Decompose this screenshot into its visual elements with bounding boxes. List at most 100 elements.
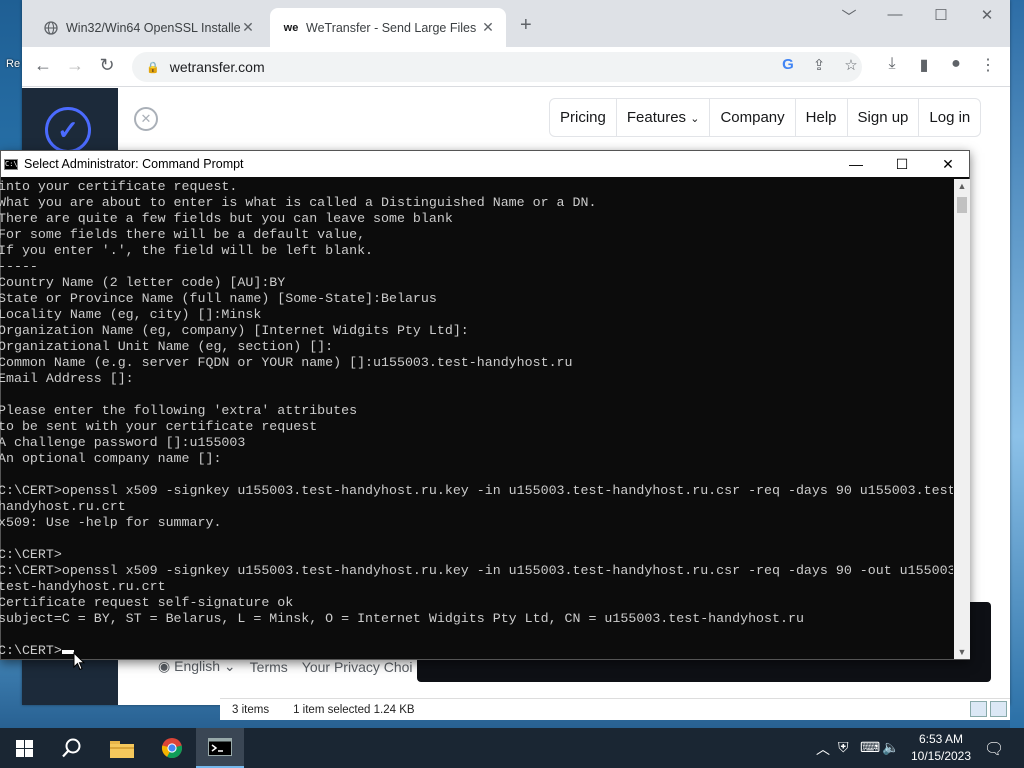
- close-button[interactable]: ✕: [925, 151, 971, 177]
- console-line: test-handyhost.ru.crt: [0, 579, 166, 594]
- console-line: Country Name (2 letter code) [AU]:BY: [0, 275, 286, 290]
- nav-sign-up[interactable]: Sign up: [848, 99, 920, 136]
- command-prompt-window: C:\ Select Administrator: Command Prompt…: [0, 150, 970, 660]
- security-icon[interactable]: ⛨: [838, 739, 849, 756]
- desktop-background: [1010, 0, 1024, 728]
- console-line: -----: [0, 259, 38, 274]
- network-icon[interactable]: ⌨: [860, 739, 880, 756]
- chevron-down-icon: ⌄: [690, 113, 700, 125]
- tab-title: Win32/Win64 OpenSSL Installer fo: [66, 20, 240, 35]
- minimize-button[interactable]: —: [833, 151, 879, 177]
- console-prompt: C:\CERT>: [0, 643, 62, 658]
- cmd-title-bar[interactable]: C:\ Select Administrator: Command Prompt…: [1, 151, 969, 177]
- address-bar[interactable]: 🔒 wetransfer.com: [132, 52, 862, 82]
- maximize-button[interactable]: ☐: [879, 151, 925, 177]
- command-prompt-taskbar-icon[interactable]: [196, 728, 244, 768]
- console-line: Common Name (e.g. server FQDN or YOUR na…: [0, 355, 573, 370]
- terms-link[interactable]: Terms: [250, 659, 288, 675]
- browser-toolbar: ← → ↻ 🔒 wetransfer.com G ⇪ ☆ ⤓ ▮ ● ⋮: [22, 47, 1010, 87]
- scroll-up-arrow-icon[interactable]: ▲: [954, 181, 970, 191]
- nav-log-in[interactable]: Log in: [919, 99, 980, 136]
- nav-features[interactable]: Features ⌄: [617, 99, 711, 136]
- privacy-link[interactable]: Your Privacy Choi: [302, 659, 413, 675]
- console-line: Certificate request self-signature ok: [0, 595, 294, 610]
- console-line: into your certificate request.: [0, 179, 238, 194]
- console-line: to be sent with your certificate request: [0, 419, 318, 434]
- windows-start-icon[interactable]: [0, 728, 48, 768]
- close-window-button[interactable]: ✕: [964, 6, 1010, 24]
- console-line: A challenge password []:u155003: [0, 435, 246, 450]
- console-line: There are quite a few fields but you can…: [0, 211, 453, 226]
- cmd-app-icon: C:\: [4, 158, 18, 170]
- close-tab-icon[interactable]: ✕: [240, 19, 256, 36]
- console-line: Please enter the following 'extra' attri…: [0, 403, 358, 418]
- system-clock[interactable]: 6:53 AM 10/15/2023: [908, 731, 974, 765]
- share-icon[interactable]: ⇪: [808, 56, 830, 74]
- desktop-icon-label[interactable]: Re: [6, 58, 20, 70]
- nav-company[interactable]: Company: [710, 99, 796, 136]
- tab-title: WeTransfer - Send Large Files & S: [306, 20, 480, 35]
- nav-pricing[interactable]: Pricing: [550, 99, 617, 136]
- notifications-icon[interactable]: 🗨: [984, 739, 1004, 759]
- address-url: wetransfer.com: [169, 59, 265, 75]
- explorer-status-bar: 3 items 1 item selected 1.24 KB: [220, 698, 1010, 720]
- search-icon[interactable]: [48, 728, 96, 768]
- wetransfer-footer: ◉ English ⌄ Terms Your Privacy Choi: [158, 658, 413, 675]
- close-tab-icon[interactable]: ✕: [480, 19, 496, 36]
- google-lens-icon[interactable]: G: [777, 56, 799, 73]
- clock-date: 10/15/2023: [910, 749, 972, 763]
- tab-wetransfer[interactable]: we WeTransfer - Send Large Files & S ✕: [270, 8, 506, 47]
- large-icons-view-icon[interactable]: [990, 701, 1007, 717]
- new-tab-button[interactable]: +: [520, 14, 532, 37]
- item-count: 3 items: [232, 703, 270, 716]
- language-selector[interactable]: ◉ English ⌄: [158, 658, 236, 675]
- console-output[interactable]: into your certificate request. What you a…: [0, 179, 953, 659]
- wetransfer-nav: Pricing Features ⌄ Company Help Sign up …: [549, 98, 982, 137]
- tab-openssl[interactable]: Win32/Win64 OpenSSL Installer fo ✕: [30, 8, 266, 47]
- selection-info: 1 item selected 1.24 KB: [293, 703, 415, 716]
- scroll-thumb[interactable]: [957, 197, 967, 213]
- globe-icon: ◉: [158, 658, 171, 674]
- chevron-up-icon[interactable]: ︿: [816, 739, 830, 759]
- console-line: Organization Name (eg, company) [Interne…: [0, 323, 469, 338]
- close-circle-icon[interactable]: ✕: [134, 107, 158, 131]
- console-line: C:\CERT>openssl x509 -signkey u155003.te…: [0, 563, 953, 578]
- scroll-down-arrow-icon[interactable]: ▼: [954, 647, 970, 657]
- console-line: If you enter '.', the field will be left…: [0, 243, 374, 258]
- minimize-button[interactable]: —: [872, 6, 918, 23]
- volume-icon[interactable]: 🔈: [882, 739, 899, 756]
- cmd-window-title: Select Administrator: Command Prompt: [24, 157, 244, 171]
- nav-help[interactable]: Help: [796, 99, 848, 136]
- checkmark-icon: ✓: [45, 107, 91, 153]
- profile-avatar-icon[interactable]: ●: [943, 55, 969, 73]
- chevron-down-icon[interactable]: ﹀: [826, 6, 872, 27]
- side-panel-icon[interactable]: ▮: [911, 55, 937, 75]
- download-icon[interactable]: ⤓: [879, 55, 905, 73]
- console-line: C:\CERT>: [0, 547, 62, 562]
- console-line: An optional company name []:: [0, 451, 222, 466]
- mouse-pointer-icon: [73, 652, 85, 671]
- maximize-button[interactable]: ☐: [918, 6, 964, 24]
- console-line: Organizational Unit Name (eg, section) […: [0, 339, 334, 354]
- menu-kebab-icon[interactable]: ⋮: [975, 55, 1001, 75]
- chrome-icon[interactable]: [148, 728, 196, 768]
- details-view-icon[interactable]: [970, 701, 987, 717]
- reload-button[interactable]: ↻: [94, 55, 120, 76]
- bookmark-star-icon[interactable]: ☆: [840, 56, 862, 74]
- console-prompt-line: C:\CERT>: [0, 643, 953, 659]
- back-button[interactable]: ←: [30, 55, 56, 76]
- taskbar: ︿ ⛨ ⌨ 🔈 6:53 AM 10/15/2023 🗨: [0, 728, 1024, 768]
- forward-button[interactable]: →: [62, 55, 88, 76]
- lock-icon: 🔒: [146, 61, 160, 74]
- language-label: English: [174, 658, 221, 674]
- wetransfer-favicon-icon: we: [283, 21, 299, 34]
- console-line: Email Address []:: [0, 371, 134, 386]
- vertical-scrollbar[interactable]: ▲ ▼: [954, 179, 970, 659]
- console-line: For some fields there will be a default …: [0, 227, 366, 242]
- console-line: What you are about to enter is what is c…: [0, 195, 597, 210]
- file-explorer-icon[interactable]: [98, 728, 146, 768]
